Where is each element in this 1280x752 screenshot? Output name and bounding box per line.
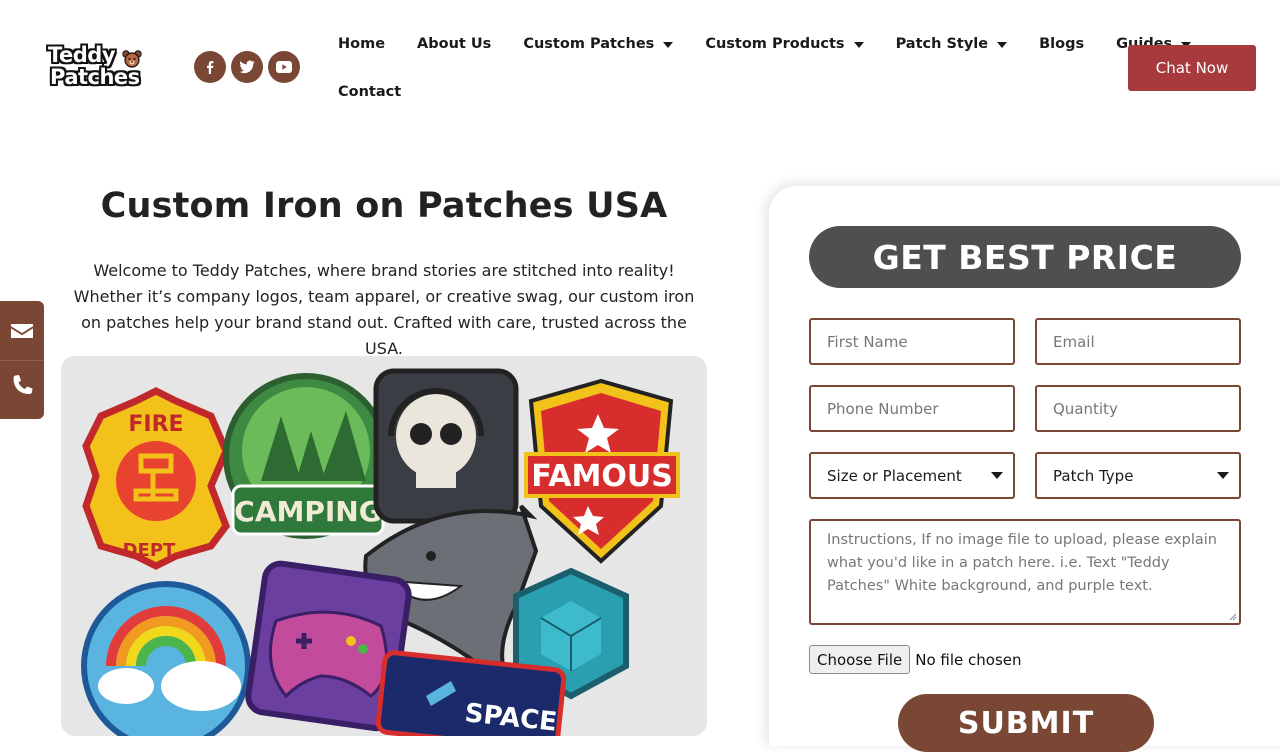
patch-type-select[interactable]: Patch Type: [1035, 452, 1241, 499]
nav-custom-products[interactable]: Custom Products: [705, 36, 864, 52]
nav-home[interactable]: Home: [338, 36, 385, 52]
dropdown-caret-icon: [1217, 472, 1229, 479]
quote-form-card: GET BEST PRICE First Name Email Phone Nu…: [768, 186, 1280, 752]
skull-patch: [373, 368, 519, 524]
phone-field[interactable]: Phone Number: [809, 385, 1015, 432]
rainbow-patch: [81, 581, 251, 736]
resize-grip-icon[interactable]: [1229, 613, 1237, 621]
logo-line1: Teddy: [48, 43, 116, 67]
caret-down-icon: [853, 42, 864, 48]
dept-label: DEPT.: [123, 540, 180, 561]
facebook-icon[interactable]: [194, 51, 226, 83]
bear-icon: [122, 50, 142, 68]
nav-contact[interactable]: Contact: [338, 84, 401, 100]
logo-line2: Patches: [50, 65, 140, 89]
famous-label: FAMOUS: [531, 459, 673, 494]
quantity-field[interactable]: Quantity: [1035, 385, 1241, 432]
camping-patch: CAMPING: [223, 373, 389, 539]
hero-description: Welcome to Teddy Patches, where brand st…: [73, 261, 695, 358]
caret-down-icon: [663, 42, 674, 48]
submit-button[interactable]: SUBMIT: [898, 694, 1154, 752]
email-field[interactable]: Email: [1035, 318, 1241, 365]
nav-custom-patches[interactable]: Custom Patches: [523, 36, 674, 52]
instructions-textarea[interactable]: Instructions, If no image file to upload…: [809, 519, 1241, 625]
floating-contact-bar: [0, 301, 44, 419]
patches-hero-image: FIRE DEPT. CAMPING FAMOUS SPACE: [61, 356, 707, 736]
youtube-icon[interactable]: [268, 51, 300, 83]
file-upload-row: Choose File No file chosen: [809, 645, 1022, 674]
phone-icon[interactable]: [10, 374, 34, 398]
fire-label: FIRE: [128, 412, 183, 437]
twitter-icon[interactable]: [231, 51, 263, 83]
file-status: No file chosen: [915, 650, 1022, 669]
main-nav: Home About Us Custom Patches Custom Prod…: [338, 34, 1192, 102]
chat-now-button[interactable]: Chat Now: [1128, 45, 1256, 91]
form-heading: GET BEST PRICE: [809, 226, 1241, 288]
size-placement-select[interactable]: Size or Placement: [809, 452, 1015, 499]
nav-blogs[interactable]: Blogs: [1039, 36, 1084, 52]
camping-label: CAMPING: [234, 495, 381, 528]
fire-dept-patch: FIRE DEPT.: [82, 387, 230, 570]
page-title: Custom Iron on Patches USA: [100, 186, 668, 226]
nav-about-us[interactable]: About Us: [417, 36, 491, 52]
caret-down-icon: [997, 42, 1008, 48]
choose-file-button[interactable]: Choose File: [809, 645, 911, 674]
envelope-icon[interactable]: [10, 319, 34, 343]
teddy-patches-logo[interactable]: Teddy Patches: [48, 44, 148, 96]
social-links: [194, 51, 300, 83]
dropdown-caret-icon: [991, 472, 1003, 479]
nav-patch-style[interactable]: Patch Style: [896, 36, 1008, 52]
first-name-field[interactable]: First Name: [809, 318, 1015, 365]
site-header: Teddy Patches Home About Us Custom Patch…: [0, 0, 1280, 130]
